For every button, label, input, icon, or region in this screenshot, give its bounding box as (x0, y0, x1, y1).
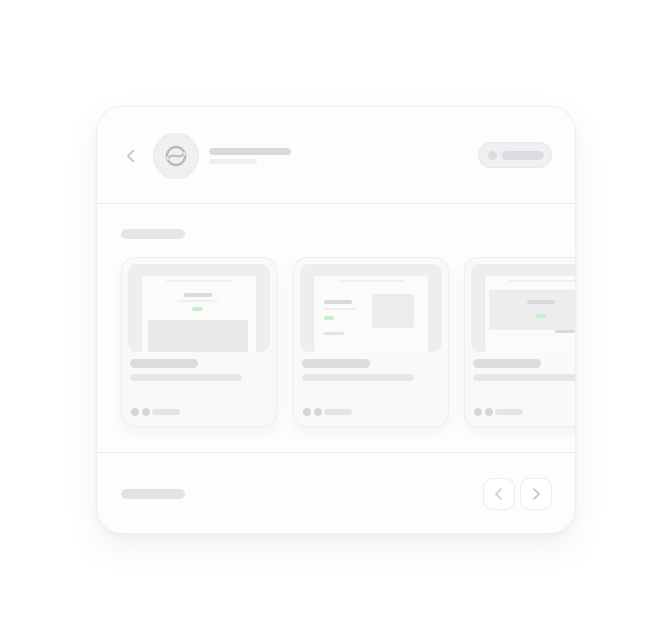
thumb-topbar (166, 280, 232, 282)
app-logo (153, 133, 199, 179)
footer-label-placeholder (121, 489, 185, 499)
meta-dot (485, 408, 493, 416)
status-label-placeholder (502, 151, 544, 160)
template-desc-placeholder (130, 374, 242, 381)
section-title-placeholder (121, 229, 185, 239)
thumb-cta (192, 307, 203, 311)
thumbnail-screen (485, 276, 575, 352)
template-thumbnail (300, 264, 442, 352)
app-card (96, 106, 576, 534)
thumb-banner (489, 290, 575, 330)
thumb-heading (324, 300, 352, 304)
status-badge[interactable] (478, 142, 552, 168)
template-desc-placeholder (302, 374, 414, 381)
thumb-cta (324, 316, 334, 320)
template-desc-placeholder (473, 374, 575, 381)
meta-placeholder (324, 409, 352, 415)
status-dot (488, 151, 497, 160)
meta-dot (131, 408, 139, 416)
thumb-image (372, 294, 414, 328)
footer-divider (97, 452, 575, 453)
thumbnail-screen (142, 276, 256, 352)
thumbnail-screen (314, 276, 428, 352)
previous-button[interactable] (483, 478, 515, 510)
thumb-footer-text (324, 332, 344, 335)
meta-dot (314, 408, 322, 416)
template-tile[interactable] (293, 257, 449, 427)
thumb-heading (527, 300, 555, 304)
header-divider (97, 203, 575, 204)
thumb-topbar (338, 280, 404, 282)
template-title-placeholder (473, 359, 541, 368)
header (97, 107, 575, 204)
thumb-text (178, 300, 218, 302)
template-tile[interactable] (121, 257, 277, 427)
template-thumbnail (471, 264, 575, 352)
chevron-left-icon (127, 149, 135, 163)
template-thumbnail (128, 264, 270, 352)
thumb-image (148, 320, 248, 352)
thumb-text (521, 307, 561, 309)
thumb-topbar (509, 280, 575, 282)
template-title-placeholder (302, 359, 370, 368)
thumb-text (324, 308, 356, 310)
sync-logo-icon (165, 145, 187, 167)
app-subtitle-placeholder (209, 159, 257, 164)
next-button[interactable] (520, 478, 552, 510)
meta-dot (142, 408, 150, 416)
chevron-left-icon (495, 488, 502, 500)
chevron-right-icon (533, 488, 540, 500)
meta-dot (474, 408, 482, 416)
meta-dot (303, 408, 311, 416)
app-title-placeholder (209, 148, 291, 155)
meta-placeholder (495, 409, 523, 415)
back-button[interactable] (123, 148, 139, 164)
template-title-placeholder (130, 359, 198, 368)
thumb-cta (536, 314, 546, 318)
thumb-footer-text (555, 330, 575, 333)
template-tile[interactable] (464, 257, 575, 427)
thumb-heading (184, 293, 212, 297)
meta-placeholder (152, 409, 180, 415)
